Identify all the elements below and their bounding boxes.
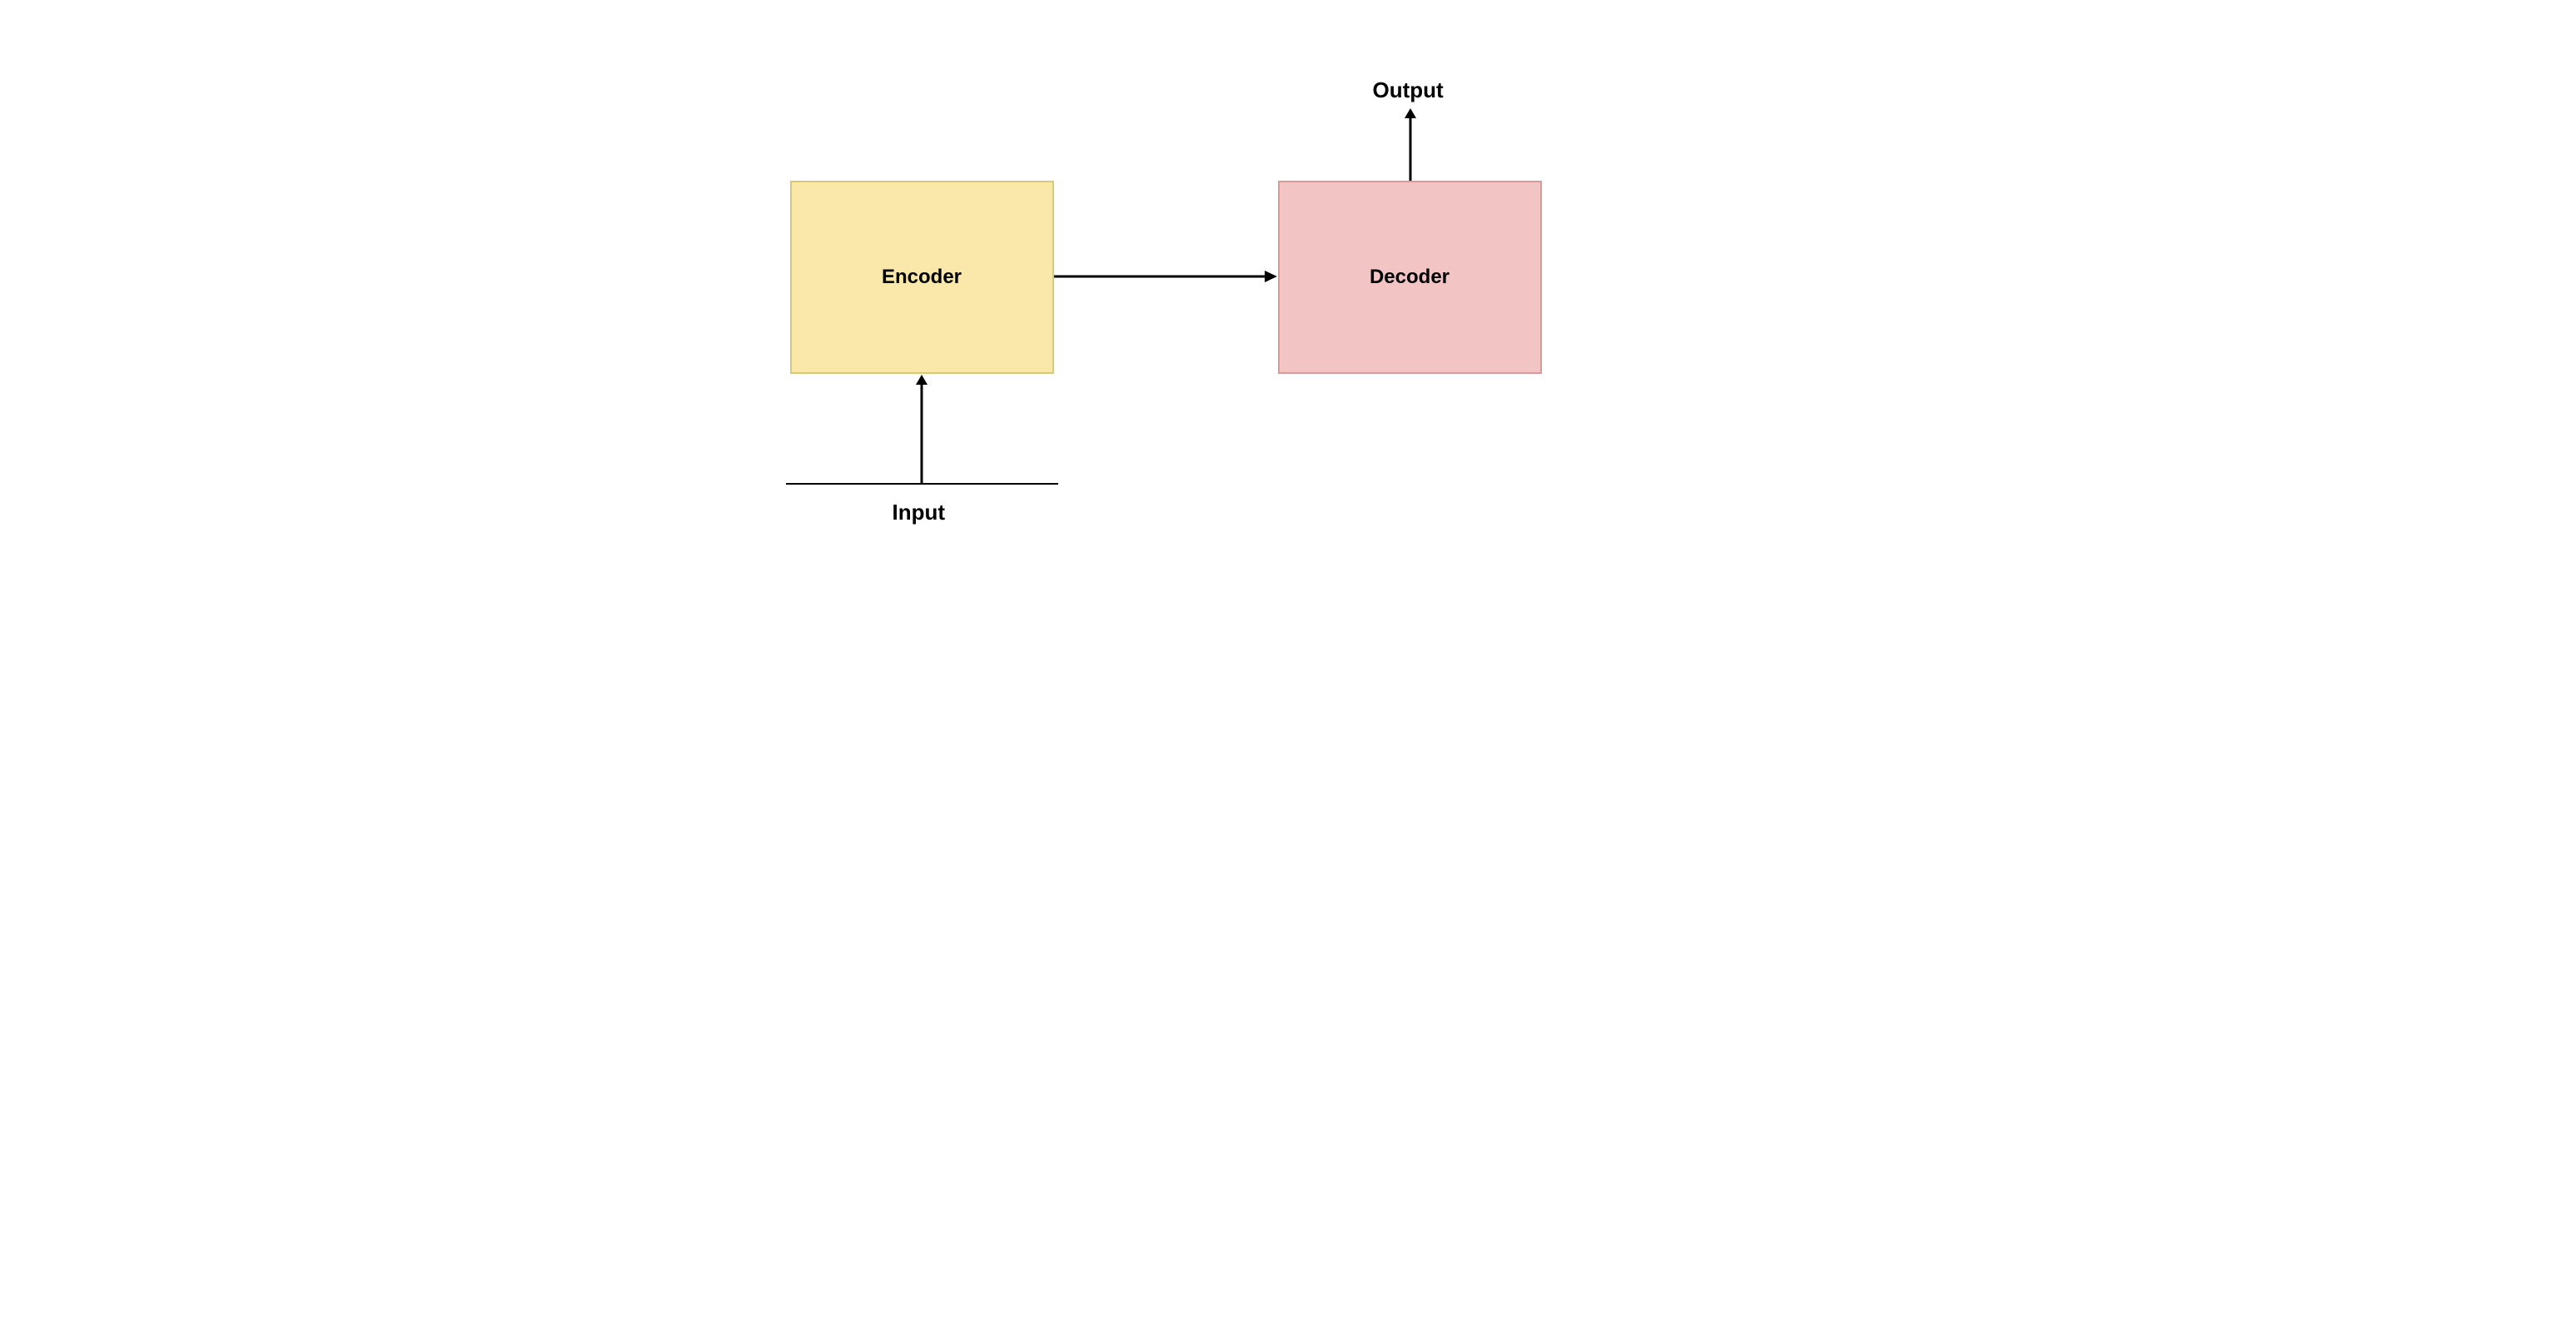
input-baseline	[786, 483, 1058, 485]
encoder-decoder-diagram: Output Encoder Decoder Input	[644, 0, 1932, 662]
arrow-decoder-to-output	[1402, 108, 1419, 183]
decoder-box-label: Decoder	[1370, 266, 1450, 289]
arrow-encoder-to-decoder	[1054, 266, 1279, 287]
input-label: Input	[893, 500, 946, 525]
encoder-box-label: Encoder	[882, 266, 962, 289]
output-label: Output	[1373, 77, 1444, 103]
arrow-input-to-encoder	[913, 375, 930, 485]
decoder-box: Decoder	[1278, 181, 1542, 374]
encoder-box: Encoder	[790, 181, 1054, 374]
